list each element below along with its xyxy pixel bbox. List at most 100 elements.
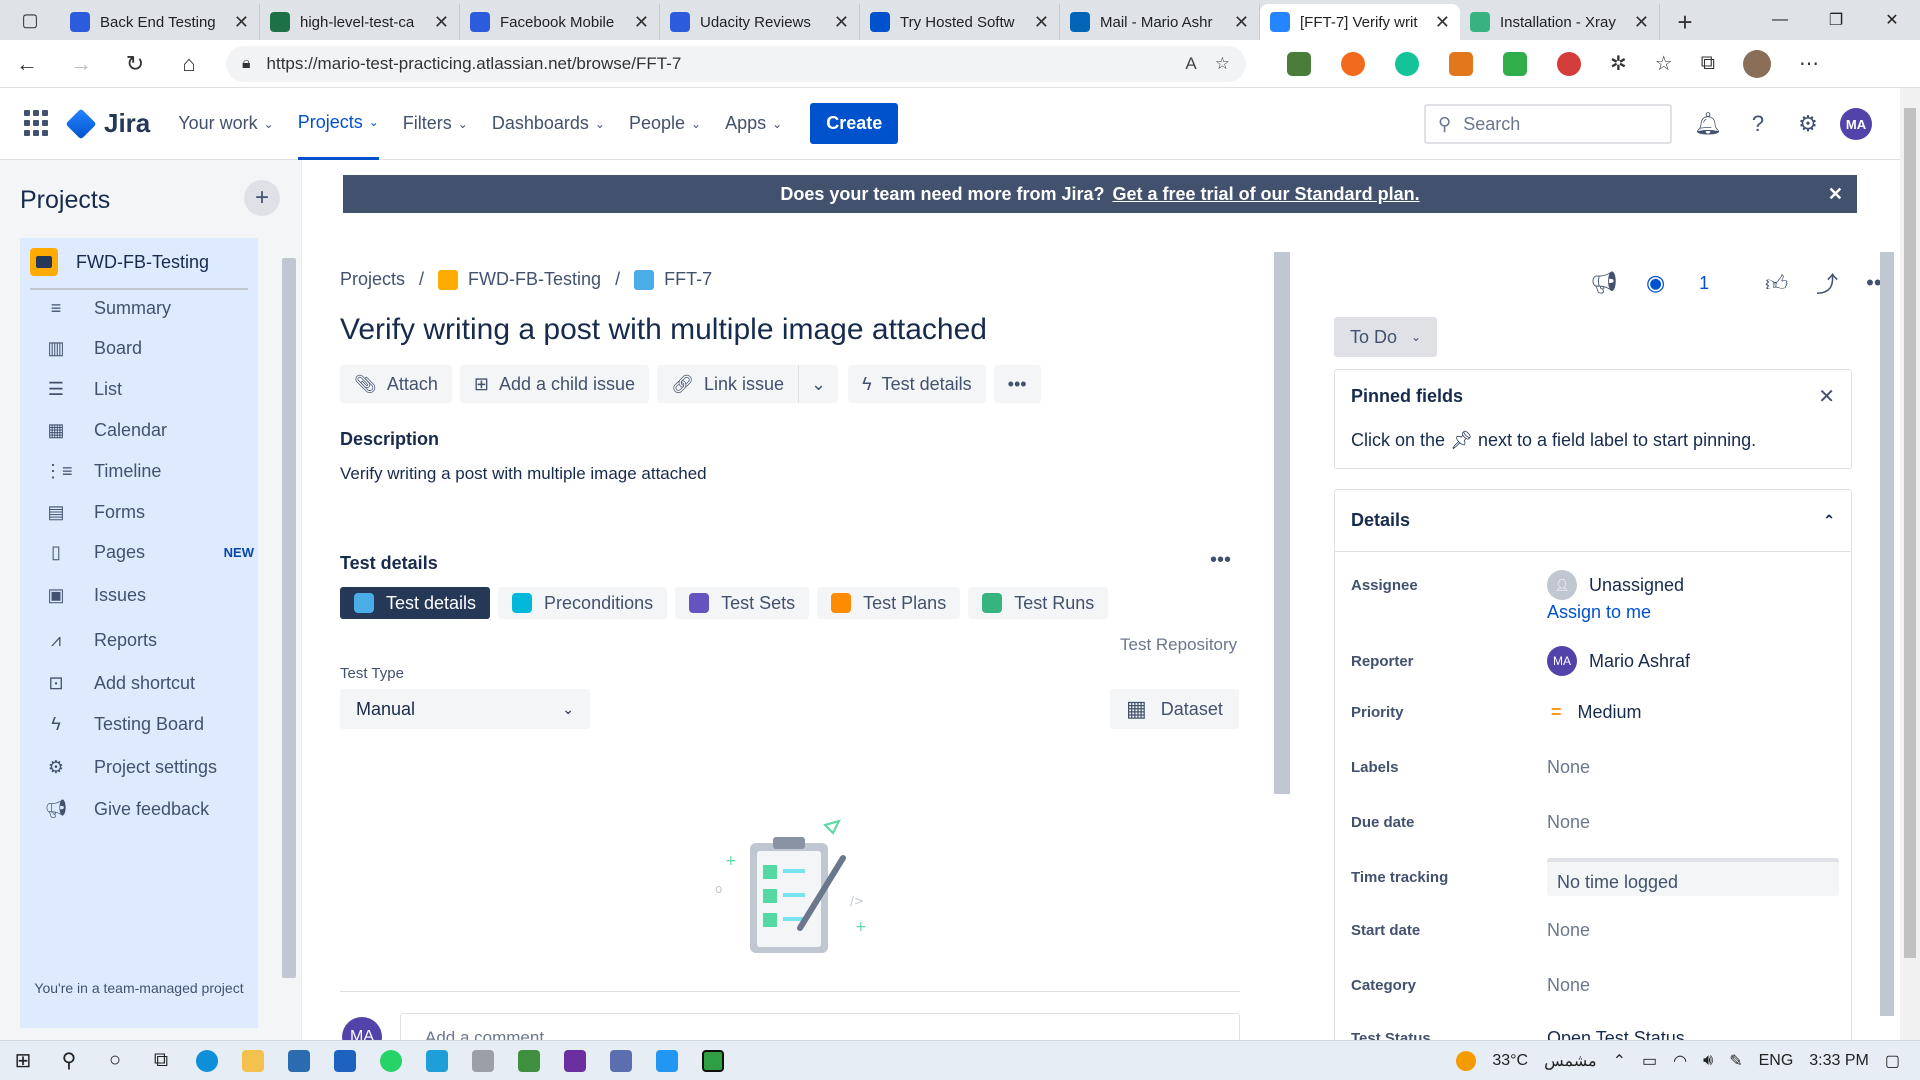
breadcrumb-project[interactable]: FWD-FB-Testing <box>468 269 601 290</box>
tab-close-icon[interactable]: ✕ <box>634 12 649 33</box>
app-icon[interactable] <box>644 1041 690 1080</box>
issue-title[interactable]: Verify writing a post with multiple imag… <box>340 313 987 347</box>
sidebar-scrollbar[interactable] <box>282 238 296 1028</box>
wifi-icon[interactable]: ◠ <box>1673 1051 1687 1071</box>
tab-close-icon[interactable]: ✕ <box>1435 12 1450 33</box>
test-details-button[interactable]: ϟ Test details <box>848 365 986 403</box>
tab-test-plans[interactable]: Test Plans <box>817 587 961 619</box>
whatsapp-icon[interactable] <box>368 1041 414 1080</box>
due-date-value[interactable]: None <box>1547 812 1590 833</box>
add-project-button[interactable]: + <box>244 180 280 216</box>
favorite-star-icon[interactable]: ☆ <box>1215 54 1230 74</box>
sidebar-item-summary[interactable]: ≡ Summary <box>44 298 254 319</box>
collections-icon[interactable]: ⧉ <box>1701 52 1715 75</box>
notification-center-icon[interactable]: ▢ <box>1885 1051 1900 1071</box>
more-icon[interactable]: ⋯ <box>1799 51 1819 76</box>
test-details-more-icon[interactable]: ••• <box>1210 549 1231 572</box>
assignee-value[interactable]: 👤︎ Unassigned <box>1547 570 1684 600</box>
breadcrumb-projects[interactable]: Projects <box>340 269 405 290</box>
back-button[interactable]: ← <box>0 40 54 88</box>
sidebar-item-list[interactable]: ☰ List <box>44 379 254 400</box>
cortana-icon[interactable]: ○ <box>92 1041 138 1080</box>
nav-item-dashboards[interactable]: Dashboards ⌄ <box>492 88 605 160</box>
assign-to-me-link[interactable]: Assign to me <box>1547 602 1651 623</box>
sidebar-item-give-feedback[interactable]: 📢︎ Give feedback <box>44 799 254 820</box>
nav-item-people[interactable]: People ⌄ <box>629 88 701 160</box>
sidebar-item-add-shortcut[interactable]: ⊡ Add shortcut <box>44 673 254 694</box>
tab-preconditions[interactable]: Preconditions <box>498 587 668 619</box>
feedback-megaphone-icon[interactable]: 📢︎ <box>1590 270 1618 296</box>
user-avatar[interactable]: MA <box>1840 108 1872 140</box>
like-icon[interactable]: 👍︎ <box>1765 270 1788 297</box>
nav-item-projects[interactable]: Projects ⌄ <box>297 88 379 160</box>
start-date-value[interactable]: None <box>1547 920 1590 941</box>
sidebar-item-forms[interactable]: ▤ Forms <box>44 502 254 523</box>
nav-item-filters[interactable]: Filters ⌄ <box>403 88 468 160</box>
settings-gear-icon[interactable]: ⚙ <box>1790 106 1826 142</box>
tab-test-details[interactable]: Test details <box>340 587 491 619</box>
nav-item-apps[interactable]: Apps ⌄ <box>725 88 782 160</box>
windows-start-icon[interactable]: ⊞ <box>0 1041 46 1080</box>
tab-actions-icon[interactable]: ▢ <box>0 0 60 40</box>
app-icon[interactable] <box>506 1041 552 1080</box>
clock[interactable]: 3:33 PM <box>1809 1052 1869 1070</box>
grammarly-icon[interactable] <box>1395 51 1419 76</box>
edge-app-icon[interactable] <box>184 1041 230 1080</box>
watch-button[interactable]: ◉ 1 <box>1646 270 1737 296</box>
close-icon[interactable]: ✕ <box>1818 384 1835 409</box>
search-icon[interactable]: ⚲ <box>46 1041 92 1080</box>
dataset-button[interactable]: ▦ Dataset <box>1110 689 1239 729</box>
restore-button[interactable]: ❐ <box>1808 0 1864 40</box>
main-scrollbar[interactable] <box>1274 232 1290 1040</box>
task-view-icon[interactable]: ⧉ <box>138 1041 184 1080</box>
favorites-icon[interactable]: ☆ <box>1655 51 1673 76</box>
status-dropdown[interactable]: To Do ⌄ <box>1334 317 1438 357</box>
tab-close-icon[interactable]: ✕ <box>1634 12 1649 33</box>
weather-text[interactable]: مشمس <box>1544 1051 1597 1071</box>
metamask-icon[interactable] <box>1449 51 1473 76</box>
sidebar-item-reports[interactable]: ⩘ Reports <box>44 630 254 651</box>
sidebar-item-issues[interactable]: ▣ Issues <box>44 585 254 606</box>
details-header[interactable]: Details ⌃ <box>1335 490 1851 552</box>
browser-tab[interactable]: Back End Testing ✕ <box>60 4 260 40</box>
tab-close-icon[interactable]: ✕ <box>1234 12 1249 33</box>
add-child-issue-button[interactable]: ⊞ Add a child issue <box>459 365 650 403</box>
language-indicator[interactable]: ENG <box>1759 1052 1794 1070</box>
app-icon[interactable] <box>690 1041 736 1080</box>
tab-test-runs[interactable]: Test Runs <box>968 587 1109 619</box>
read-aloud-icon[interactable]: A <box>1185 54 1196 74</box>
more-actions-button[interactable]: ••• <box>993 365 1041 403</box>
share-icon[interactable]: ⤴ <box>1816 267 1838 299</box>
create-button[interactable]: Create <box>810 103 899 144</box>
puzzle-icon[interactable]: ✲ <box>1610 51 1627 76</box>
browser-tab[interactable]: high-level-test-ca ✕ <box>260 4 460 40</box>
new-tab-button[interactable]: + <box>1660 4 1710 40</box>
sidebar-item-testing-board[interactable]: ϟ Testing Board <box>44 714 254 735</box>
jira-logo[interactable]: Jira <box>65 107 150 140</box>
store-app-icon[interactable] <box>276 1041 322 1080</box>
help-icon[interactable]: ? <box>1740 106 1776 142</box>
sidebar-item-calendar[interactable]: ▦ Calendar <box>44 420 254 441</box>
extension-icon[interactable] <box>1341 51 1365 76</box>
app-icon[interactable] <box>460 1041 506 1080</box>
priority-value[interactable]: = Medium <box>1547 702 1642 723</box>
page-scrollbar[interactable] <box>1900 88 1920 1040</box>
category-value[interactable]: None <box>1547 975 1590 996</box>
temperature[interactable]: 33°C <box>1492 1052 1528 1070</box>
labels-value[interactable]: None <box>1547 757 1590 778</box>
app-switcher-icon[interactable] <box>24 109 52 138</box>
battery-icon[interactable]: ▭ <box>1642 1051 1657 1071</box>
intellij-icon[interactable] <box>552 1041 598 1080</box>
browser-tab[interactable]: Installation - Xray ✕ <box>1460 4 1660 40</box>
extension-icon[interactable] <box>1287 51 1311 76</box>
breadcrumb-issue[interactable]: FFT-7 <box>664 269 712 290</box>
sidebar-item-project-settings[interactable]: ⚙ Project settings <box>44 757 254 778</box>
search-input[interactable]: ⚲ Search <box>1424 104 1672 144</box>
app-icon[interactable] <box>598 1041 644 1080</box>
browser-tab[interactable]: Udacity Reviews ✕ <box>660 4 860 40</box>
pen-icon[interactable]: ✎ <box>1729 1051 1742 1071</box>
sidebar-project[interactable]: FWD-FB-Testing <box>30 248 209 276</box>
extension-icon[interactable] <box>1503 51 1527 76</box>
close-window-button[interactable]: ✕ <box>1864 0 1920 40</box>
chevron-up-icon[interactable]: ⌃ <box>1613 1051 1626 1071</box>
